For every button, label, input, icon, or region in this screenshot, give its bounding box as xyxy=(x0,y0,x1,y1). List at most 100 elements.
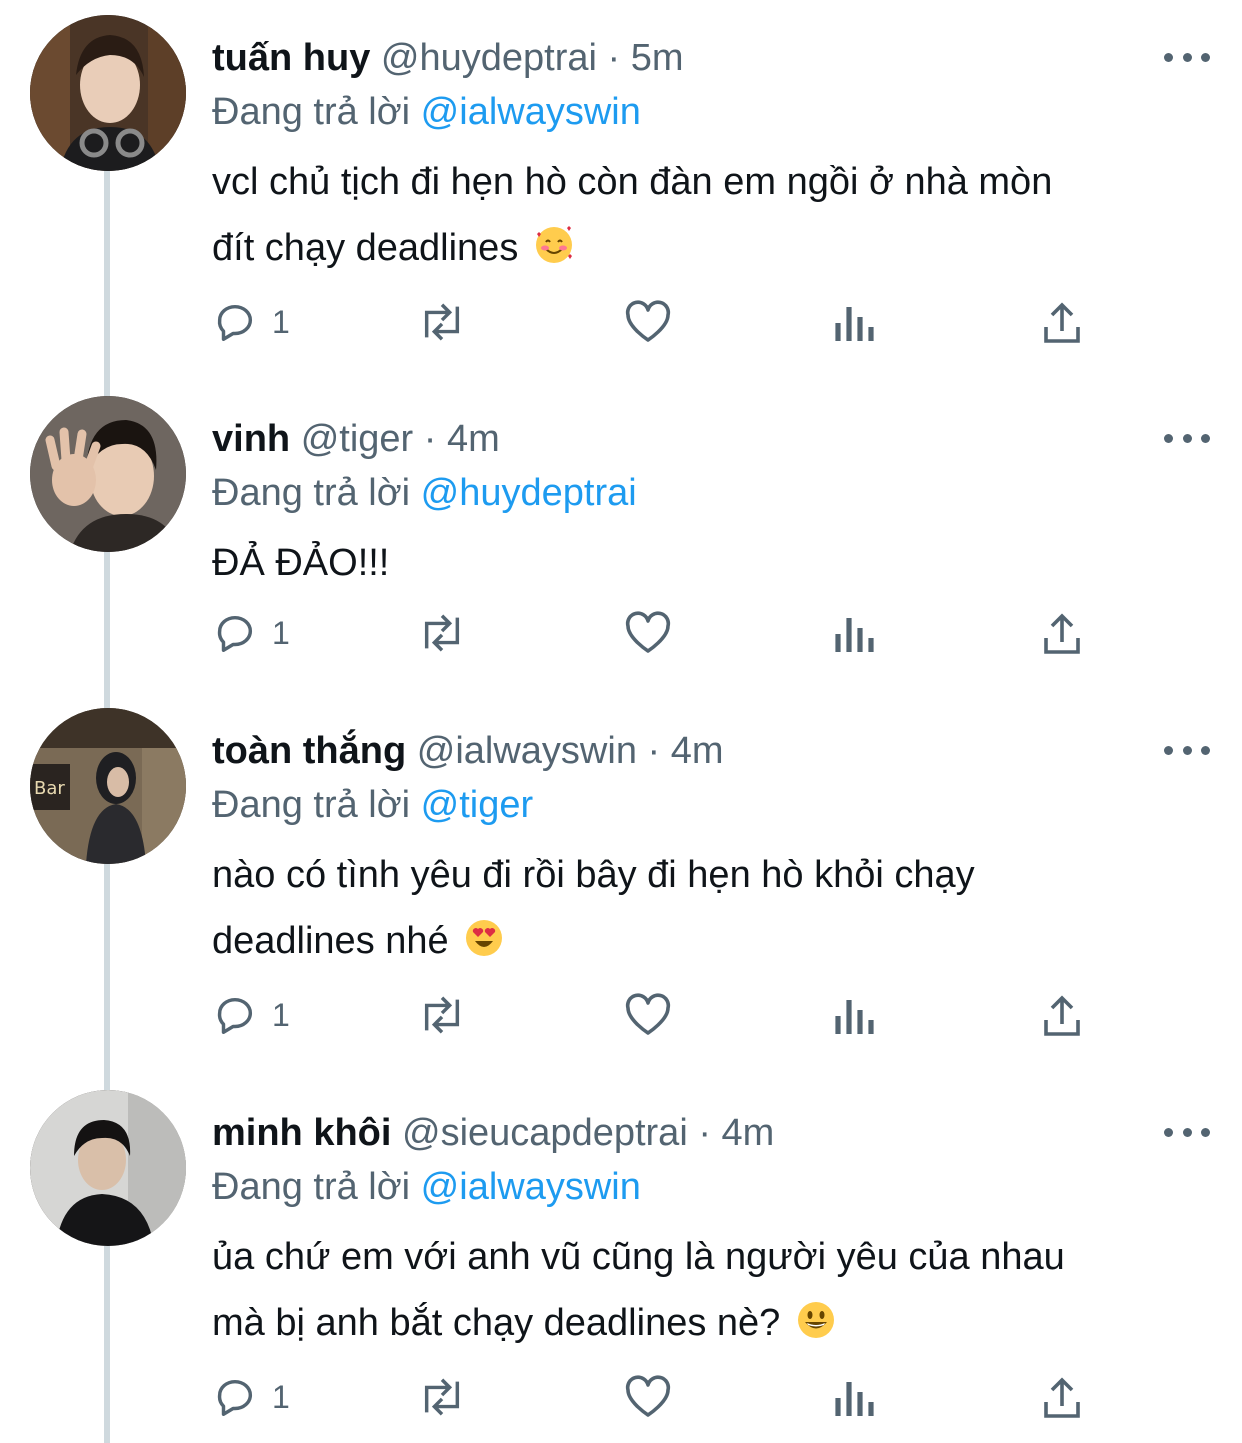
tweet-text-line: deadlines nhé xyxy=(212,920,449,962)
timestamp[interactable]: 5m xyxy=(631,37,684,79)
more-options-icon[interactable] xyxy=(1164,738,1210,762)
replying-to: Đang trả lời @ialwayswin xyxy=(212,1162,641,1212)
reply-icon xyxy=(217,997,253,1034)
share-button[interactable] xyxy=(1040,608,1084,658)
like-button[interactable] xyxy=(624,990,672,1040)
avatar[interactable]: Bar xyxy=(30,708,186,864)
timestamp[interactable]: 4m xyxy=(447,418,500,460)
retweet-button[interactable] xyxy=(414,1372,470,1422)
display-name[interactable]: tuấn huy xyxy=(212,37,370,79)
share-button[interactable] xyxy=(1040,1372,1084,1422)
handle[interactable]: @huydeptrai xyxy=(381,37,597,79)
analytics-icon xyxy=(835,618,874,652)
retweet-button[interactable] xyxy=(414,990,470,1040)
retweet-button[interactable] xyxy=(414,608,470,658)
timestamp[interactable]: 4m xyxy=(722,1112,775,1154)
separator: · xyxy=(647,730,661,772)
replying-to-handle[interactable]: @ialwayswin xyxy=(421,1166,641,1208)
tweet-header: vinh @tiger · 4m xyxy=(212,414,500,464)
tweet-text-line: mà bị anh bắt chạy deadlines nè? xyxy=(212,1302,781,1344)
share-button[interactable] xyxy=(1040,297,1084,347)
replying-to: Đang trả lời @huydeptrai xyxy=(212,468,637,518)
display-name[interactable]: vinh xyxy=(212,418,290,460)
replying-to-label: Đang trả lời xyxy=(212,784,411,826)
views-button[interactable] xyxy=(834,1372,876,1422)
replying-to-label: Đang trả lời xyxy=(212,472,411,514)
replying-to-handle[interactable]: @huydeptrai xyxy=(421,472,637,514)
tweet-actions: 1 xyxy=(212,990,1092,1040)
svg-text:Bar: Bar xyxy=(34,778,65,799)
retweet-icon xyxy=(424,996,460,1034)
avatar[interactable] xyxy=(30,15,186,171)
reply-count: 1 xyxy=(272,303,290,340)
heart-icon xyxy=(625,611,671,653)
more-options-icon[interactable] xyxy=(1164,426,1210,450)
replying-to-handle[interactable]: @tiger xyxy=(421,784,534,826)
replying-to: Đang trả lời @tiger xyxy=(212,780,533,830)
timestamp[interactable]: 4m xyxy=(671,730,724,772)
tweet-header: toàn thắng @ialwayswin · 4m xyxy=(212,726,724,776)
tweet-text-line: ủa chứ em với anh vũ cũng là người yêu c… xyxy=(212,1236,1065,1278)
reply-button[interactable]: 1 xyxy=(212,1372,290,1422)
analytics-icon xyxy=(835,1000,874,1034)
like-button[interactable] xyxy=(624,297,672,347)
tweet-text-line: vcl chủ tịch đi hẹn hò còn đàn em ngồi ở… xyxy=(212,161,1053,203)
share-icon xyxy=(1044,302,1080,343)
analytics-icon xyxy=(835,1382,874,1416)
reply-count: 1 xyxy=(272,1378,290,1415)
separator: · xyxy=(698,1112,711,1154)
share-icon xyxy=(1044,613,1080,654)
handle[interactable]: @tiger xyxy=(301,418,414,460)
tweet-text: nào có tình yêu đi rồi bây đi hẹn hò khỏ… xyxy=(212,842,1212,974)
share-button[interactable] xyxy=(1040,990,1084,1040)
heart-eyes-icon xyxy=(463,914,505,956)
tweet-header: minh khôi @sieucapdeptrai · 4m xyxy=(212,1108,774,1158)
handle[interactable]: @ialwayswin xyxy=(417,730,637,772)
heart-icon xyxy=(625,993,671,1035)
tweet-text: ĐẢ ĐẢO!!! xyxy=(212,530,1212,596)
retweet-icon xyxy=(424,614,460,652)
share-icon xyxy=(1044,995,1080,1036)
views-button[interactable] xyxy=(834,990,876,1040)
reply-icon xyxy=(217,1379,253,1416)
tweet-header: tuấn huy @huydeptrai · 5m xyxy=(212,33,684,83)
share-icon xyxy=(1044,1377,1080,1418)
separator: · xyxy=(607,37,621,79)
retweet-icon xyxy=(424,1378,460,1416)
analytics-icon xyxy=(835,307,874,341)
replying-to-handle[interactable]: @ialwayswin xyxy=(421,91,641,133)
separator: · xyxy=(423,418,437,460)
tweet-text-line: đít chạy deadlines xyxy=(212,227,519,269)
views-button[interactable] xyxy=(834,297,876,347)
heart-icon xyxy=(625,300,671,342)
tweet-text-line: ĐẢ ĐẢO!!! xyxy=(212,542,390,584)
replying-to-label: Đang trả lời xyxy=(212,91,411,133)
display-name[interactable]: minh khôi xyxy=(212,1112,391,1154)
reply-count: 1 xyxy=(272,614,290,651)
reply-button[interactable]: 1 xyxy=(212,990,290,1040)
grinning-face-icon xyxy=(795,1296,837,1338)
reply-button[interactable]: 1 xyxy=(212,608,290,658)
smiling-face-with-hearts-icon xyxy=(533,221,575,263)
reply-button[interactable]: 1 xyxy=(212,297,290,347)
avatar[interactable] xyxy=(30,1090,186,1246)
tweet-actions: 1 xyxy=(212,297,1092,347)
more-options-icon[interactable] xyxy=(1164,1120,1210,1144)
tweet-text: vcl chủ tịch đi hẹn hò còn đàn em ngồi ở… xyxy=(212,149,1212,281)
tweet-text-line: nào có tình yêu đi rồi bây đi hẹn hò khỏ… xyxy=(212,854,975,896)
tweet-actions: 1 xyxy=(212,608,1092,658)
reply-icon xyxy=(217,615,253,652)
avatar[interactable] xyxy=(30,396,186,552)
more-options-icon[interactable] xyxy=(1164,45,1210,69)
views-button[interactable] xyxy=(834,608,876,658)
tweet-actions: 1 xyxy=(212,1372,1092,1422)
handle[interactable]: @sieucapdeptrai xyxy=(402,1112,688,1154)
display-name[interactable]: toàn thắng xyxy=(212,730,406,772)
reply-icon xyxy=(217,304,253,341)
like-button[interactable] xyxy=(624,608,672,658)
tweet-text: ủa chứ em với anh vũ cũng là người yêu c… xyxy=(212,1224,1212,1356)
retweet-button[interactable] xyxy=(414,297,470,347)
replying-to: Đang trả lời @ialwayswin xyxy=(212,87,641,137)
like-button[interactable] xyxy=(624,1372,672,1422)
retweet-icon xyxy=(424,303,460,341)
